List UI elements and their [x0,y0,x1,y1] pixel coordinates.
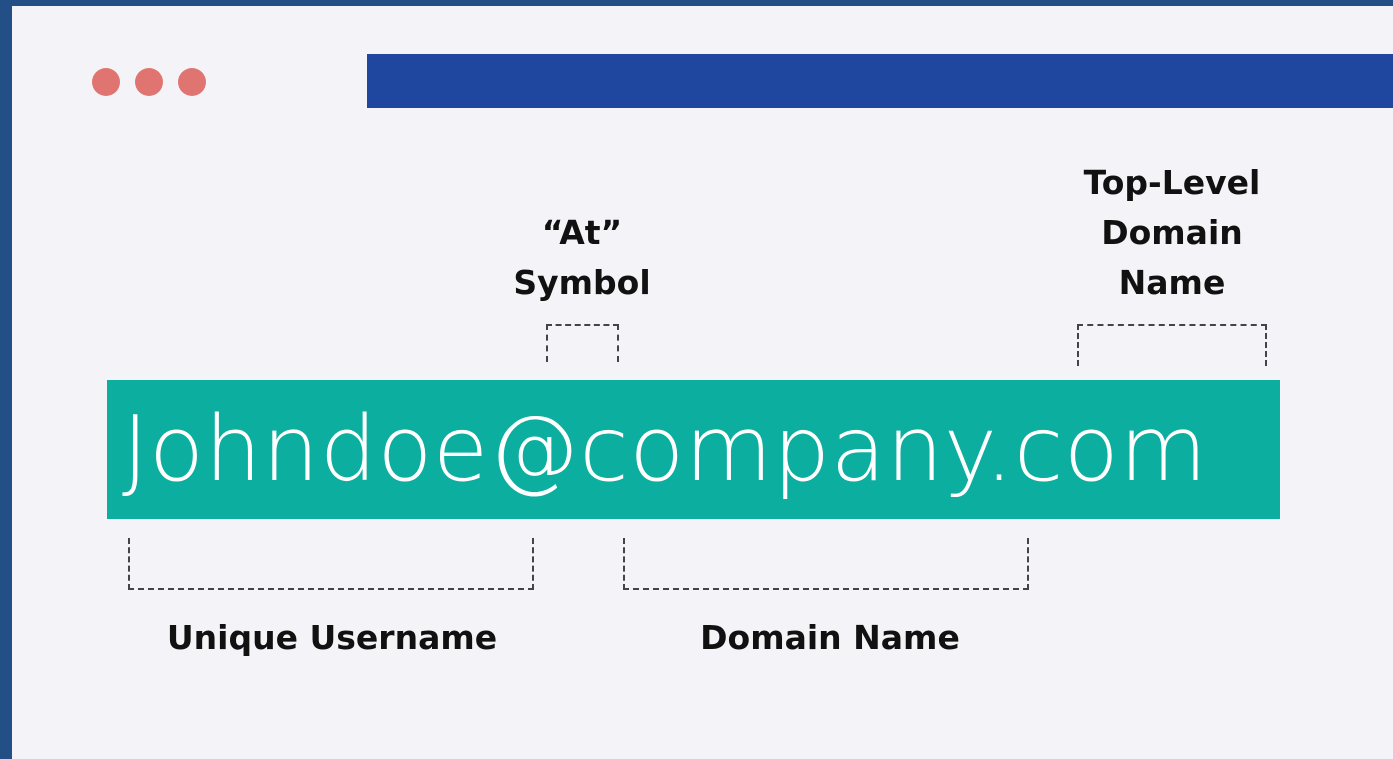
at-symbol-label-line-2: Symbol [513,263,651,302]
window-dot-1 [92,68,120,96]
tld-label-line-2: Domain [1101,213,1243,252]
tld-label: Top-Level Domain Name [1061,158,1283,308]
window-dot-3 [178,68,206,96]
username-label: Unique Username [166,618,498,657]
at-symbol-label-line-1: “At” [541,213,623,252]
header-bar [367,54,1393,108]
email-address-box: Johndoe@company.com [107,380,1280,519]
window-dot-2 [135,68,163,96]
at-symbol-label: “At” Symbol [490,208,674,308]
username-bracket [128,538,534,590]
email-address: Johndoe@company.com [122,397,1208,502]
tld-label-line-1: Top-Level [1083,163,1261,202]
tld-label-line-3: Name [1118,263,1226,302]
tld-bracket [1077,324,1267,366]
diagram-frame: “At” Symbol Top-Level Domain Name Johndo… [12,6,1393,759]
domain-label: Domain Name [700,618,960,657]
at-symbol-bracket [546,324,619,362]
domain-bracket [623,538,1029,590]
